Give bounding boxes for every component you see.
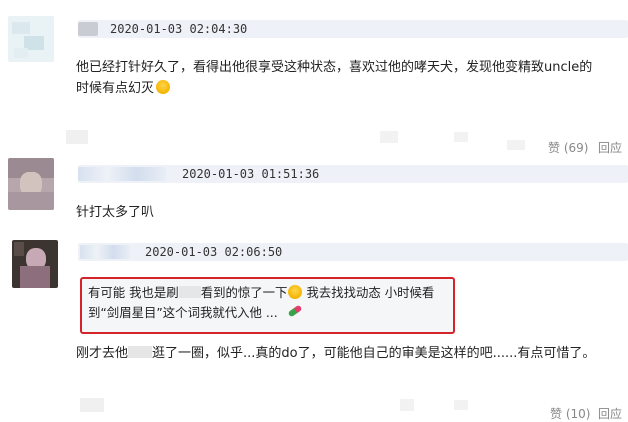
reply-button[interactable]: 回应 <box>598 405 622 422</box>
laugh-emoji-icon <box>156 80 171 94</box>
avatar[interactable] <box>12 240 58 288</box>
blurred-text <box>454 400 468 410</box>
comment-text-line: 他已经打针好久了，看得出他很享受这种状态，喜欢过他的哮天犬，发现他变精致uncl… <box>76 60 593 75</box>
username-blurred[interactable] <box>80 245 130 259</box>
blurred-text <box>400 399 414 411</box>
comment-time: 2020-01-03 02:06:50 <box>145 245 283 259</box>
blurred-text <box>380 131 398 143</box>
comment-text-segment: 时候有点幻灭 <box>76 81 155 96</box>
comment-time: 2020-01-03 02:04:30 <box>110 22 248 36</box>
username-blurred[interactable] <box>78 167 166 181</box>
reply-button[interactable]: 回应 <box>598 139 622 156</box>
blurred-text <box>507 140 525 150</box>
quoted-text-segment: 我去找找动态 小时候看 <box>306 285 435 300</box>
like-button[interactable]: 赞 (10) <box>550 405 590 422</box>
rose-emoji-icon <box>287 304 303 318</box>
like-button[interactable]: 赞 (69) <box>548 139 588 156</box>
comment-text: 他已经打针好久了，看得出他很享受这种状态，喜欢过他的哮天犬，发现他变精致uncl… <box>76 57 624 99</box>
blurred-text <box>128 346 153 358</box>
comment-text-segment: 逛了一圈，似乎...真的do了，可能他自己的审美是这样的吧......有点可惜了… <box>152 346 596 361</box>
avatar[interactable] <box>8 16 54 62</box>
blurred-text <box>454 132 468 142</box>
username-blurred[interactable] <box>78 22 98 36</box>
comment-text-line: 时候有点幻灭 <box>76 78 624 99</box>
avatar[interactable] <box>8 158 54 210</box>
blurred-text <box>66 130 88 144</box>
comment-time: 2020-01-03 01:51:36 <box>182 167 320 181</box>
quoted-text-segment: 有可能 我也是刷 <box>88 285 179 300</box>
sad-emoji-icon <box>288 285 303 299</box>
quoted-reply-line: 到“剑眉星目”这个词我就代入他 ... <box>88 303 450 323</box>
quoted-reply-line: 有可能 我也是刷 看到的惊了一下 我去找找动态 小时候看 <box>88 283 450 303</box>
quoted-text-segment: 看到的惊了一下 <box>200 285 288 300</box>
comment-text-segment: 刚才去他 <box>76 346 129 361</box>
blurred-text <box>178 286 201 298</box>
quoted-reply-text: 有可能 我也是刷 看到的惊了一下 我去找找动态 小时候看 到“剑眉星目”这个词我就代… <box>88 283 450 323</box>
quoted-text-segment: 到“剑眉星目”这个词我就代入他 ... <box>88 305 278 320</box>
comment-text: 刚才去他 逛了一圈，似乎...真的do了，可能他自己的审美是这样的吧......有… <box>76 343 626 364</box>
comment-text: 针打太多了叭 <box>76 205 155 220</box>
blurred-text <box>80 398 104 412</box>
